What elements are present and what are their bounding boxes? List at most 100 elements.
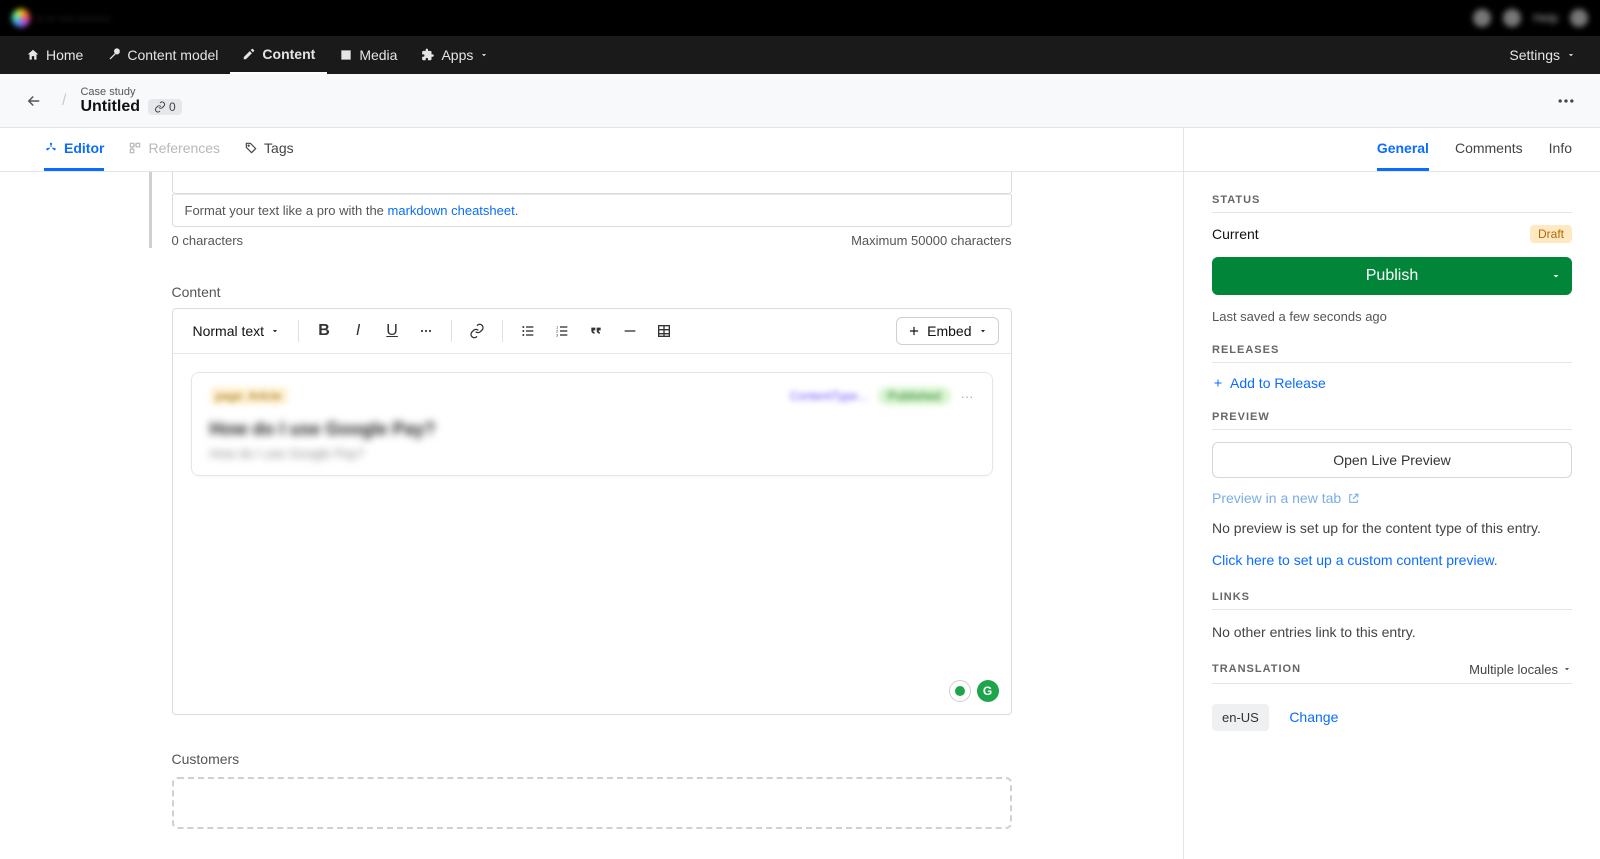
preview-new-tab-label: Preview in a new tab xyxy=(1212,490,1341,506)
pencil-icon xyxy=(242,47,256,61)
link-button[interactable] xyxy=(462,317,492,345)
entry-header: / Case study Untitled 0 xyxy=(0,74,1600,128)
publish-label: Publish xyxy=(1366,267,1418,285)
app-logo-icon xyxy=(12,9,30,27)
field-label-content: Content xyxy=(172,284,1012,300)
tag-icon xyxy=(244,141,258,155)
chevron-down-icon xyxy=(270,326,280,336)
bold-button[interactable]: B xyxy=(309,317,339,345)
text-style-select[interactable]: Normal text xyxy=(185,319,289,343)
incoming-links-badge[interactable]: 0 xyxy=(148,99,182,115)
add-to-release-button[interactable]: Add to Release xyxy=(1212,375,1572,391)
tab-editor[interactable]: Editor xyxy=(44,128,104,171)
card-subtitle: How do I use Google Pay? xyxy=(210,446,974,461)
help-label[interactable]: Help xyxy=(1533,11,1558,25)
embedded-entry-card[interactable]: page: Article ContentType... Published ·… xyxy=(191,372,993,476)
more-format-button[interactable] xyxy=(411,317,441,345)
rte-toolbar: Normal text B I U xyxy=(173,309,1011,354)
card-middle-chip: ContentType... xyxy=(790,389,868,403)
side-tab-info[interactable]: Info xyxy=(1549,128,1572,171)
quote-button[interactable] xyxy=(581,317,611,345)
references-icon xyxy=(128,141,142,155)
rich-text-field: Normal text B I U xyxy=(172,308,1012,715)
locale-select[interactable]: Multiple locales xyxy=(1469,662,1572,677)
bullet-list-button[interactable] xyxy=(513,317,543,345)
tab-editor-label: Editor xyxy=(64,140,104,156)
table-button[interactable] xyxy=(649,317,679,345)
preview-new-tab-link[interactable]: Preview in a new tab xyxy=(1212,490,1572,506)
back-button[interactable] xyxy=(20,87,48,115)
help-avatar-icon[interactable] xyxy=(1503,9,1521,27)
nav-content-model[interactable]: Content model xyxy=(95,36,230,74)
prev-field-textarea[interactable] xyxy=(172,172,1012,194)
char-count: 0 characters xyxy=(172,233,244,248)
translation-heading-label: TRANSLATION xyxy=(1212,663,1301,675)
user-avatar-icon[interactable] xyxy=(1570,9,1588,27)
text-style-label: Normal text xyxy=(193,323,265,339)
sidebar-tabs: General Comments Info xyxy=(1184,128,1600,172)
nav-media-label: Media xyxy=(359,47,397,63)
underline-button[interactable]: U xyxy=(377,317,407,345)
assist-badge-1[interactable] xyxy=(949,680,971,702)
side-tab-comments[interactable]: Comments xyxy=(1455,128,1523,171)
preview-help-text: No preview is set up for the content typ… xyxy=(1212,518,1572,538)
customers-dropzone[interactable] xyxy=(172,777,1012,829)
chevron-down-icon xyxy=(1562,664,1572,674)
change-locale-link[interactable]: Change xyxy=(1289,709,1338,725)
tab-references-label: References xyxy=(148,140,220,156)
setup-preview-link[interactable]: Click here to set up a custom content pr… xyxy=(1212,552,1498,568)
open-live-preview-button[interactable]: Open Live Preview xyxy=(1212,442,1572,478)
hr-button[interactable] xyxy=(615,317,645,345)
nav-content[interactable]: Content xyxy=(230,36,327,74)
side-tab-general[interactable]: General xyxy=(1377,128,1429,171)
card-more-button[interactable]: ··· xyxy=(961,389,974,404)
nav-apps-label: Apps xyxy=(441,47,473,63)
puzzle-icon xyxy=(421,48,435,62)
section-preview: PREVIEW xyxy=(1212,411,1572,430)
rte-body[interactable]: page: Article ContentType... Published ·… xyxy=(173,354,1011,714)
quote-icon xyxy=(588,323,604,339)
embed-button[interactable]: Embed xyxy=(896,317,998,345)
chevron-down-icon xyxy=(1550,270,1562,282)
nav-settings[interactable]: Settings xyxy=(1499,47,1586,63)
page-title: Untitled xyxy=(80,98,140,116)
search-icon[interactable] xyxy=(1473,9,1491,27)
section-status: STATUS xyxy=(1212,194,1572,213)
breadcrumb-sep: / xyxy=(62,92,66,110)
section-translation: TRANSLATION Multiple locales xyxy=(1212,662,1572,684)
dots-horizontal-icon xyxy=(418,323,434,339)
field-label-customers: Customers xyxy=(172,751,1012,767)
plus-icon xyxy=(1212,377,1224,389)
tab-references[interactable]: References xyxy=(128,128,220,171)
markdown-cheatsheet-link[interactable]: markdown cheatsheet xyxy=(388,203,515,218)
open-live-preview-label: Open Live Preview xyxy=(1333,452,1451,468)
card-title: How do I use Google Pay? xyxy=(210,419,974,440)
status-badge: Draft xyxy=(1530,225,1572,243)
external-link-icon xyxy=(1347,492,1360,505)
locale-select-label: Multiple locales xyxy=(1469,662,1558,677)
card-status-badge: Published xyxy=(878,387,951,405)
nav-apps[interactable]: Apps xyxy=(409,36,501,74)
wrench-icon xyxy=(107,48,121,62)
embed-label: Embed xyxy=(927,323,971,339)
locale-chip: en-US xyxy=(1212,704,1269,731)
content-type-label: Case study xyxy=(80,86,181,98)
home-icon xyxy=(26,48,40,62)
italic-button[interactable]: I xyxy=(343,317,373,345)
status-current-label: Current xyxy=(1212,226,1259,242)
bullet-list-icon xyxy=(520,323,536,339)
nav-home[interactable]: Home xyxy=(14,36,95,74)
publish-button[interactable]: Publish xyxy=(1212,257,1572,295)
top-nav: Home Content model Content Media Apps Se… xyxy=(0,36,1600,74)
nav-media[interactable]: Media xyxy=(327,36,409,74)
entry-more-button[interactable] xyxy=(1552,87,1580,115)
link-icon xyxy=(469,323,485,339)
link-count: 0 xyxy=(169,100,176,114)
lightbulb-icon xyxy=(954,685,966,697)
number-list-button[interactable]: 123 xyxy=(547,317,577,345)
grammarly-badge[interactable]: G xyxy=(977,680,999,702)
section-releases: RELEASES xyxy=(1212,344,1572,363)
char-max: Maximum 50000 characters xyxy=(851,233,1011,248)
tab-tags[interactable]: Tags xyxy=(244,128,294,171)
chevron-down-icon xyxy=(479,50,489,60)
